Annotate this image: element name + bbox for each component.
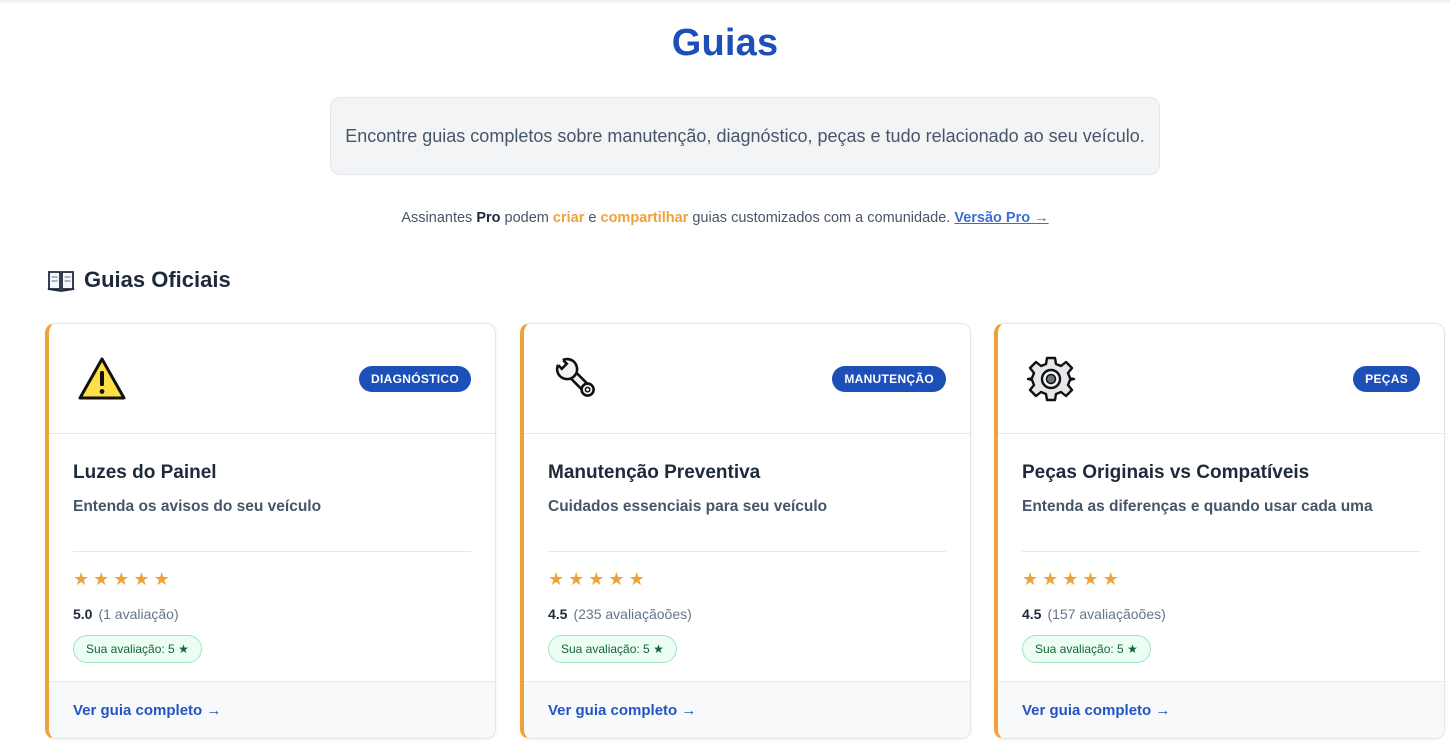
- guide-card[interactable]: MANUTENÇÃO Manutenção Preventiva Cuidado…: [520, 323, 971, 739]
- rating-summary: 4.5 (157 avaliaçãoões): [1022, 606, 1166, 622]
- card-header: MANUTENÇÃO: [524, 324, 970, 434]
- rating-summary: 5.0 (1 avaliação): [73, 606, 179, 622]
- rating-summary: 4.5 (235 avaliaçãoões): [548, 606, 692, 622]
- star-icon: ★: [73, 569, 90, 589]
- card-subtitle: Entenda as diferenças e quando usar cada…: [1022, 498, 1373, 515]
- intro-box: Encontre guias completos sobre manutençã…: [330, 97, 1160, 175]
- section-title: Guias Oficiais: [47, 267, 231, 293]
- star-icon: ★: [1082, 569, 1099, 589]
- rating-score: 5.0: [73, 606, 93, 622]
- gear-icon: [1026, 356, 1076, 402]
- pro-version-link[interactable]: Versão Pro →: [954, 210, 1048, 226]
- view-guide-link[interactable]: Ver guia completo →: [548, 702, 696, 719]
- guide-card[interactable]: PEÇAS Peças Originais vs Compatíveis Ent…: [994, 323, 1445, 739]
- card-header: PEÇAS: [998, 324, 1444, 434]
- page-title: Guias: [671, 22, 779, 64]
- warning-triangle-icon: [78, 357, 126, 400]
- star-icon: ★: [568, 569, 585, 589]
- pro-text-3: e: [584, 210, 601, 226]
- card-body: Peças Originais vs Compatíveis Entenda a…: [998, 434, 1444, 683]
- star-icon: ★: [548, 569, 565, 589]
- wrench-icon: [555, 357, 595, 397]
- rating-score: 4.5: [1022, 606, 1042, 622]
- card-title: Manutenção Preventiva: [548, 462, 761, 483]
- card-title: Luzes do Painel: [73, 462, 217, 483]
- star-icon: ★: [113, 569, 130, 589]
- star-icon: ★: [628, 569, 645, 589]
- guide-card[interactable]: DIAGNÓSTICO Luzes do Painel Entenda os a…: [45, 323, 496, 739]
- category-badge: PEÇAS: [1353, 366, 1420, 392]
- star-icon: ★: [588, 569, 605, 589]
- card-footer: Ver guia completo →: [49, 681, 495, 738]
- star-rating: ★ ★ ★ ★ ★: [548, 570, 645, 588]
- share-word: compartilhar: [600, 210, 689, 226]
- card-header: DIAGNÓSTICO: [49, 324, 495, 434]
- pro-text-2: podem: [500, 210, 553, 226]
- star-icon: ★: [608, 569, 625, 589]
- card-body: Luzes do Painel Entenda os avisos do seu…: [49, 434, 495, 683]
- card-body: Manutenção Preventiva Cuidados essenciai…: [524, 434, 970, 683]
- rating-score: 4.5: [548, 606, 568, 622]
- divider: [73, 551, 471, 552]
- star-icon: ★: [1022, 569, 1039, 589]
- divider: [548, 551, 946, 552]
- open-book-icon: [47, 271, 75, 292]
- card-title: Peças Originais vs Compatíveis: [1022, 462, 1310, 483]
- star-rating: ★ ★ ★ ★ ★: [73, 570, 170, 588]
- rating-count: (1 avaliação): [98, 606, 179, 622]
- star-icon: ★: [133, 569, 150, 589]
- your-rating-badge: Sua avaliação: 5 ★: [1022, 635, 1151, 663]
- card-footer: Ver guia completo →: [524, 681, 970, 738]
- pro-info-line: Assinantes Pro podem criar e compartilha…: [0, 210, 1450, 226]
- card-subtitle: Entenda os avisos do seu veículo: [73, 498, 322, 515]
- view-guide-link[interactable]: Ver guia completo →: [73, 702, 221, 719]
- intro-text: Encontre guias completos sobre manutençã…: [345, 125, 1145, 146]
- pro-word: Pro: [476, 210, 501, 226]
- divider: [1022, 551, 1420, 552]
- your-rating-badge: Sua avaliação: 5 ★: [73, 635, 202, 663]
- star-icon: ★: [93, 569, 110, 589]
- star-icon: ★: [153, 569, 170, 589]
- card-subtitle: Cuidados essenciais para seu veículo: [548, 498, 828, 515]
- card-footer: Ver guia completo →: [998, 681, 1444, 738]
- header-shadow: [0, 0, 1450, 4]
- star-icon: ★: [1102, 569, 1119, 589]
- view-guide-link[interactable]: Ver guia completo →: [1022, 702, 1170, 719]
- your-rating-badge: Sua avaliação: 5 ★: [548, 635, 677, 663]
- star-rating: ★ ★ ★ ★ ★: [1022, 570, 1119, 588]
- category-badge: MANUTENÇÃO: [832, 366, 946, 392]
- pro-text-1: Assinantes: [401, 210, 477, 226]
- rating-count: (235 avaliaçãoões): [573, 606, 692, 622]
- star-icon: ★: [1062, 569, 1079, 589]
- star-icon: ★: [1042, 569, 1059, 589]
- create-word: criar: [552, 210, 585, 226]
- section-title-text: Guias Oficiais: [84, 267, 231, 292]
- pro-text-4: guias customizados com a comunidade.: [688, 210, 955, 226]
- category-badge: DIAGNÓSTICO: [359, 366, 471, 392]
- rating-count: (157 avaliaçãoões): [1047, 606, 1166, 622]
